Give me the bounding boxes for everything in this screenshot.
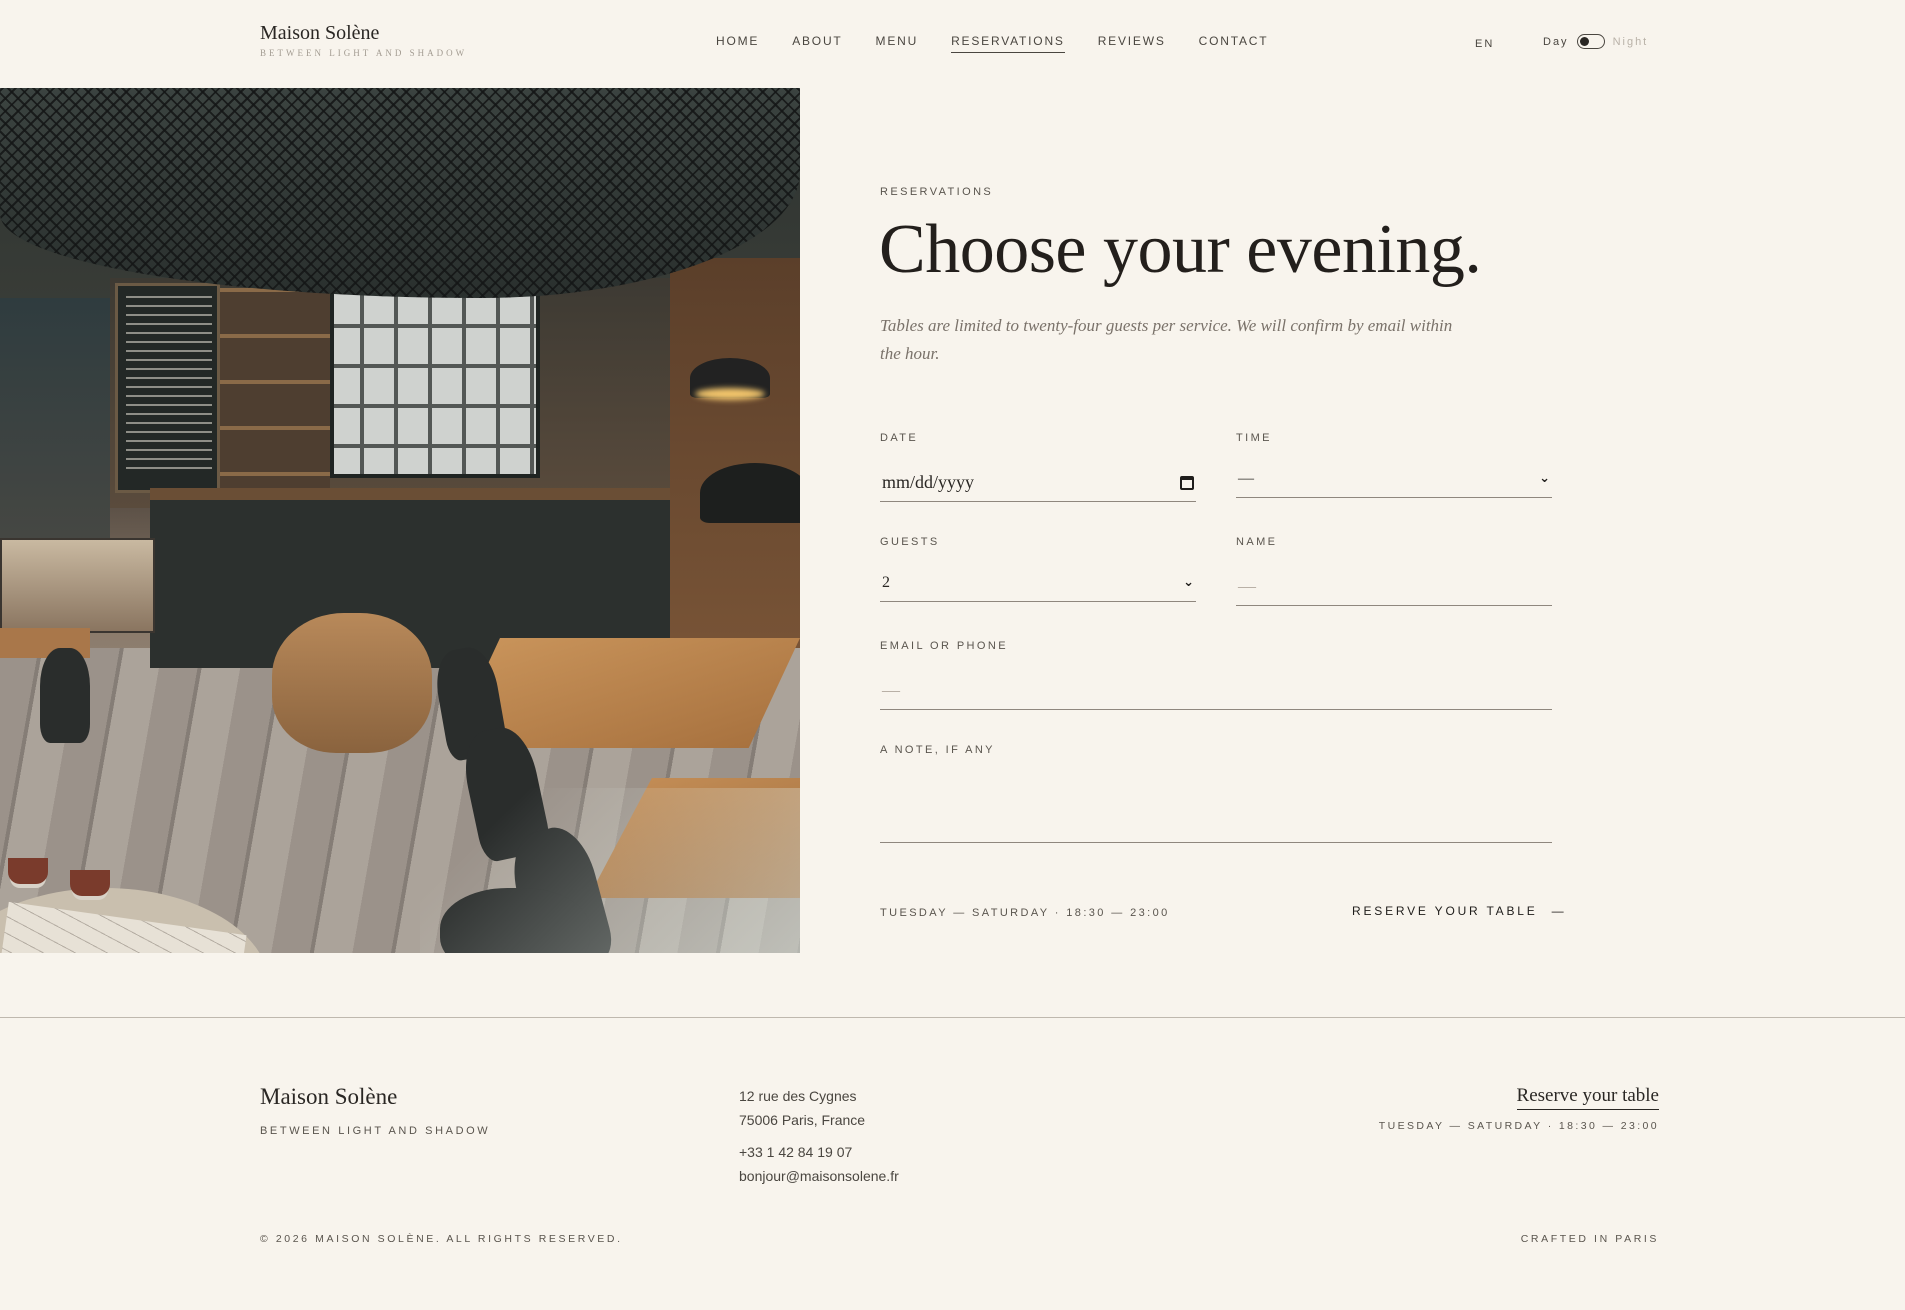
footer-divider [0,1017,1905,1018]
address-line-1: 12 rue des Cygnes [739,1088,857,1104]
language-switch[interactable]: EN [1475,38,1494,50]
footer-brand-name: Maison Solène [260,1084,398,1109]
reserve-table-button[interactable]: Reserve your table — [1352,904,1566,918]
theme-switch: Day Night [1543,34,1648,49]
name-field: Name — [1236,536,1552,606]
page-title: Choose your evening. [879,211,1482,288]
reservation-intro: Tables are limited to twenty-four guests… [880,316,1453,363]
nav-home[interactable]: Home [716,34,759,53]
contact-input[interactable]: — [880,672,1552,710]
guests-value: 2 [882,573,890,591]
photo-ceiling-net [0,88,800,298]
photo-shelves [220,288,330,488]
chevron-down-icon: ⌄ [1183,575,1194,590]
nav-reservations[interactable]: Reservations [951,34,1065,53]
theme-toggle[interactable] [1576,34,1605,49]
photo-round-stand [272,613,432,753]
date-placeholder: mm/dd/yyyy [882,472,975,492]
time-select[interactable]: — ⌄ [1236,460,1552,498]
time-field: Time — ⌄ [1236,432,1552,498]
name-placeholder: — [1238,576,1256,596]
chevron-down-icon: ⌄ [1539,471,1550,486]
date-field: Date mm/dd/yyyy [880,432,1196,502]
nav-contact[interactable]: Contact [1199,34,1269,53]
guests-label: Guests [880,536,940,548]
brand-logo[interactable]: Maison Solène Between light and shadow [260,22,467,58]
contact-field: Email or phone — [880,640,1552,710]
guests-field: Guests 2 ⌄ [880,536,1196,602]
section-eyebrow: Reservations [880,186,994,198]
name-input[interactable]: — [1236,568,1552,606]
footer-reserve-link[interactable]: Reserve your table [1516,1085,1659,1110]
contact-placeholder: — [882,680,900,700]
photo-lamp-glow [695,388,765,400]
photo-coffee-cup [8,858,48,884]
name-label: Name [1236,536,1278,548]
guests-select[interactable]: 2 ⌄ [880,564,1196,602]
site-header: Maison Solène Between light and shadow H… [0,0,1905,88]
date-label: Date [880,432,919,444]
photo-chair [40,648,90,743]
photo-window [330,288,540,478]
theme-day-label: Day [1543,35,1569,48]
calendar-icon[interactable] [1180,475,1194,490]
footer-phone[interactable]: +33 1 42 84 19 07 [739,1140,899,1164]
nav-about[interactable]: About [792,34,842,53]
note-textarea[interactable] [880,773,1552,843]
photo-pastry-display [0,538,155,633]
photo-menu-board [115,283,220,493]
copyright: © 2026 Maison Solène. All rights reserve… [260,1233,623,1245]
note-label: A note, if any [880,744,995,756]
theme-night-label: Night [1612,35,1649,48]
nav-menu[interactable]: Menu [876,34,919,53]
nav-reviews[interactable]: Reviews [1098,34,1166,53]
note-field: A note, if any [880,744,1552,843]
footer-email[interactable]: bonjour@maisonsolene.fr [739,1164,899,1188]
main-nav: Home About Menu Reservations Reviews Con… [716,34,1268,53]
crafted-in-paris: Crafted in Paris [1520,1233,1659,1245]
date-input[interactable]: mm/dd/yyyy [880,464,1196,502]
photo-coffee-cup [70,870,110,896]
time-value: — [1238,469,1254,487]
brand-name: Maison Solène [260,22,380,44]
brand-tagline: Between light and shadow [260,48,468,58]
address-line-2: 75006 Paris, France [739,1112,866,1128]
photo-light-fade [420,788,800,953]
contact-label: Email or phone [880,640,1008,652]
time-label: Time [1236,432,1272,444]
footer-hours: Tuesday — Saturday · 18:30 — 23:00 [1378,1120,1659,1132]
photo-pendant-lamp-2 [700,463,800,523]
cafe-interior-photo [0,88,800,953]
footer-tagline: Between light and shadow [260,1125,491,1137]
footer-address: 12 rue des Cygnes 75006 Paris, France +3… [739,1084,899,1188]
arrow-icon: — [1551,904,1567,918]
toggle-knob [1579,37,1589,46]
reserve-button-label: Reserve your table [1352,904,1538,918]
service-hours: Tuesday — Saturday · 18:30 — 23:00 [880,907,1170,919]
